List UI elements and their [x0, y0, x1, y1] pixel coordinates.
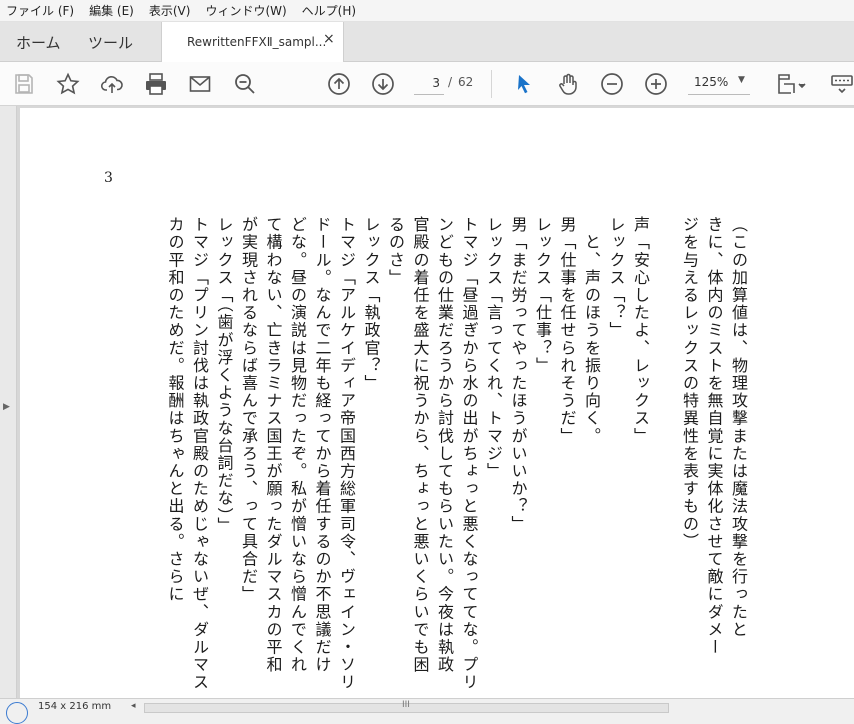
toolbar-divider — [491, 70, 492, 98]
text-line: 官殿の着任を盛大に祝うから、ちょっと悪いくらいでも困 — [410, 216, 430, 674]
page-size-label: 154 x 216 mm — [38, 701, 112, 712]
chevron-down-icon: ▼ — [738, 75, 745, 85]
text-line: レックス「？」 — [606, 216, 626, 340]
text-line: レックス「言ってくれ、トマジ」 — [484, 216, 503, 480]
tab-document-title: RewrittenFFXⅡ_sampl... — [187, 35, 327, 49]
hand-icon[interactable] — [554, 70, 582, 98]
star-icon[interactable] — [54, 70, 82, 98]
toolbar: / 62 125% ▼ — [0, 62, 854, 106]
print-icon[interactable] — [142, 70, 170, 98]
document-viewport[interactable]: ▶ 3 （この加算値は、物理攻撃または魔法攻撃を行ったと きに、体内のミストを無自… — [0, 106, 854, 698]
tab-home[interactable]: ホーム — [16, 32, 61, 53]
search-zoom-icon[interactable] — [231, 70, 259, 98]
page-number-input[interactable] — [414, 71, 444, 95]
zoom-dropdown[interactable]: 125% ▼ — [688, 71, 750, 95]
horizontal-scrollbar[interactable]: III — [144, 700, 669, 713]
text-line: 男「仕事を任せられそうだ」 — [557, 216, 577, 445]
tab-document[interactable]: RewrittenFFXⅡ_sampl... × — [161, 22, 344, 62]
save-icon[interactable] — [10, 70, 38, 98]
select-cursor-icon[interactable] — [510, 70, 538, 98]
text-line: どな。昼の演説は見物だったぞ。私が憎いなら憎んでくれ — [288, 216, 307, 674]
text-line: ドール。なんで二年も経ってから着任するのか不思議だけ — [312, 216, 332, 674]
text-line: （この加算値は、物理攻撃または魔法攻撃を行ったと — [729, 216, 748, 639]
tab-bar: ホーム ツール RewrittenFFXⅡ_sampl... × — [0, 22, 854, 62]
page-number: 3 — [104, 170, 113, 186]
menu-help[interactable]: ヘルプ(H) — [302, 2, 356, 19]
text-line: て構わない、亡きラミナス国王が願ったダルマスカの平和 — [263, 216, 283, 674]
view-mode-icon[interactable] — [772, 70, 812, 98]
expand-panel-icon[interactable]: ▶ — [3, 402, 10, 412]
tab-tools[interactable]: ツール — [88, 32, 133, 53]
zoom-out-icon[interactable] — [598, 70, 626, 98]
text-line: が実現されるならば喜んで承ろう、って具合だ」 — [239, 216, 258, 604]
page-down-icon[interactable] — [369, 70, 397, 98]
text-line: ンどもの仕業だろうから討伐してもらいたい。今夜は執政 — [435, 216, 454, 674]
scrollbar-grip[interactable]: III — [402, 700, 410, 710]
total-pages: 62 — [458, 75, 474, 89]
more-tools-icon[interactable] — [828, 70, 854, 98]
page-up-icon[interactable] — [325, 70, 353, 98]
menu-file[interactable]: ファイル (F) — [6, 2, 74, 19]
text-line: レックス「（歯が浮くような台詞だな）」 — [214, 216, 234, 535]
text-line: カの平和のためだ。報酬はちゃんと出る。さらに — [165, 216, 185, 604]
status-bar: 154 x 216 mm ◂ III — [0, 698, 854, 724]
text-line: るのさ」 — [386, 216, 405, 287]
text-line: 男「まだ労ってやったほうがいいか？」 — [508, 216, 528, 533]
text-line: と、声のほうを振り向く。 — [582, 216, 601, 445]
text-line: レックス「執政官？」 — [361, 216, 381, 392]
zoom-in-icon[interactable] — [642, 70, 670, 98]
text-line: ジを与えるレックスの特異性を表すもの） — [680, 216, 699, 551]
document-page: 3 （この加算値は、物理攻撃または魔法攻撃を行ったと きに、体内のミストを無自覚に… — [20, 108, 854, 698]
zoom-value: 125% — [694, 75, 729, 89]
text-line: トマジ「アルケイディア帝国西方総軍司令、ヴェイン・ソリ — [337, 216, 356, 692]
text-line: きに、体内のミストを無自覚に実体化させて敵にダメー — [704, 216, 724, 656]
page-separator: / — [448, 75, 453, 89]
close-tab-button[interactable]: × — [323, 31, 335, 47]
upload-cloud-icon[interactable] — [98, 70, 126, 98]
menu-view[interactable]: 表示(V) — [149, 2, 191, 19]
mail-icon[interactable] — [186, 70, 214, 98]
text-line: レックス「仕事？」 — [533, 216, 552, 375]
text-line: 声「安心したよ、レックス」 — [631, 216, 650, 445]
menu-window[interactable]: ウィンドウ(W) — [205, 2, 286, 19]
menu-edit[interactable]: 編集 (E) — [89, 2, 134, 19]
left-panel-rail[interactable]: ▶ — [0, 106, 17, 698]
scroll-left-icon[interactable]: ◂ — [131, 701, 136, 711]
text-line: トマジ「昼過ぎから水の出がちょっと悪くなっててな。プリ — [459, 216, 479, 692]
text-line: トマジ「プリン討伐は執政官殿のためじゃないぜ、ダルマス — [190, 216, 209, 692]
menu-bar: ファイル (F) 編集 (E) 表示(V) ウィンドウ(W) ヘルプ(H) — [0, 0, 854, 22]
page-thumbnail-circle-icon[interactable] — [6, 702, 28, 724]
